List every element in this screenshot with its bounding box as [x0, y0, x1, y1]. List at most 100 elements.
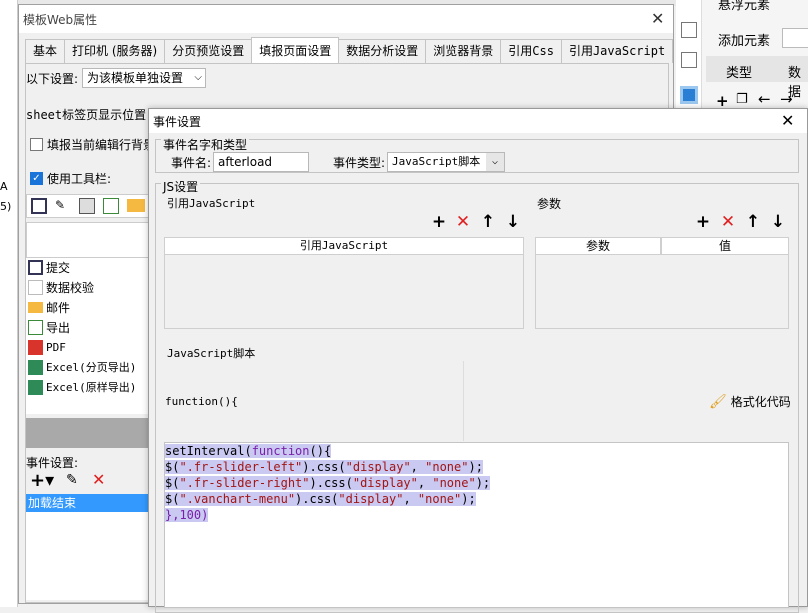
- toolbar-button-label: PDF: [46, 341, 66, 354]
- toolbar-button-label: 提交: [46, 261, 71, 275]
- tab-6[interactable]: 引用Css: [500, 39, 562, 63]
- tab-5[interactable]: 浏览器背景: [425, 39, 502, 63]
- toolbar-button-item[interactable]: PDF: [26, 338, 150, 358]
- toolbar-button-list: 提交数据校验邮件导出 PDF Excel(分页导出) Excel(原样导出): [26, 258, 150, 414]
- toolbar-preview: ✎: [26, 194, 150, 218]
- tab-bar: 基本 打印机 (服务器) 分页预览设置 填报页面设置 数据分析设置 浏览器背景 引用Css 引…: [25, 37, 674, 63]
- toolbar-button-label: 导出: [46, 321, 71, 335]
- code-line: setInterval(function(){: [165, 443, 788, 459]
- export-icon[interactable]: [103, 198, 119, 214]
- dialog-close-icon[interactable]: ✕: [781, 111, 794, 130]
- event-settings-dialog: 事件设置 ✕ 事件名字和类型 事件名: afterload 事件类型: Java…: [148, 108, 808, 613]
- list-splitter: [26, 418, 150, 448]
- use-toolbar-option[interactable]: ✓ 使用工具栏:: [30, 170, 111, 187]
- chevron-down-icon: ⌵: [486, 153, 504, 171]
- brush-icon: 🖌: [709, 393, 727, 410]
- event-name-label: 事件名:: [171, 156, 212, 170]
- use-toolbar-label: 使用工具栏:: [47, 172, 112, 186]
- toolbar-button-item[interactable]: 数据校验: [26, 278, 150, 298]
- tab-4[interactable]: 数据分析设置: [338, 39, 427, 63]
- code-line: $(".vanchart-menu").css("display", "none…: [165, 491, 788, 507]
- fill-current-row-checkbox[interactable]: [30, 138, 43, 151]
- arrow-right-icon[interactable]: →: [780, 90, 793, 108]
- toolbar-button-item[interactable]: 提交: [26, 258, 150, 278]
- edge-letter: A: [0, 180, 8, 193]
- js-script-label: JavaScript脚本: [167, 347, 256, 360]
- dialog-title: 事件设置: [153, 115, 202, 129]
- code-line: },100): [165, 507, 788, 523]
- arrow-left-icon[interactable]: ←: [758, 90, 771, 108]
- delete-param-icon[interactable]: ✕: [720, 213, 736, 231]
- event-type-select[interactable]: JavaScript脚本 ⌵: [387, 152, 505, 172]
- add-event-icon[interactable]: +▾: [30, 470, 54, 491]
- pencil-icon[interactable]: ✎: [55, 198, 71, 214]
- toolbar-button-item[interactable]: Excel(原样导出): [26, 378, 150, 398]
- code-text-fn: setInterval(function(){: [165, 444, 332, 458]
- window-titlebar: 模板Web属性 ✕: [19, 5, 673, 33]
- js-code-editor[interactable]: setInterval(function(){ $(".fr-slider-le…: [164, 442, 789, 608]
- chevron-down-icon: ⌵: [194, 72, 202, 83]
- active-panel-icon[interactable]: [680, 86, 698, 104]
- code-text: },100): [165, 508, 209, 522]
- param-column-header[interactable]: 参数: [535, 237, 661, 255]
- js-settings-legend: JS设置: [161, 178, 201, 195]
- params-label: 参数: [537, 197, 562, 211]
- event-type-select-value: JavaScript脚本: [392, 155, 481, 168]
- ref-js-column-header[interactable]: 引用JavaScript: [164, 237, 524, 255]
- event-list-item[interactable]: 加载结束: [26, 494, 150, 512]
- add-element-select[interactable]: [782, 28, 808, 48]
- fill-current-row-label: 填报当前编辑行背景: [47, 138, 156, 152]
- fill-current-row-option[interactable]: 填报当前编辑行背景: [30, 136, 155, 153]
- mail-icon[interactable]: [127, 199, 145, 212]
- toolbar-button-item[interactable]: Excel(分页导出): [26, 358, 150, 378]
- move-up-ref-js-icon[interactable]: ↑: [480, 213, 496, 231]
- settings-select[interactable]: 为该模板单独设置 ⌵: [82, 68, 206, 88]
- floating-element-title: 悬浮元素: [718, 0, 771, 13]
- excel-icon: [28, 360, 43, 375]
- toolbar-button-item[interactable]: 邮件: [26, 298, 150, 318]
- tab-7[interactable]: 引用JavaScript: [560, 39, 674, 63]
- designer-left-edge: A 5): [0, 0, 18, 607]
- add-element-label[interactable]: 添加元素: [718, 30, 770, 49]
- export-icon: [28, 320, 43, 335]
- print-icon[interactable]: [79, 198, 95, 214]
- delete-event-icon[interactable]: ✕: [92, 470, 105, 489]
- edit-event-icon[interactable]: ✎: [66, 472, 78, 488]
- value-column-header[interactable]: 值: [661, 237, 789, 255]
- code-line: $(".fr-slider-right").css("display", "no…: [165, 475, 788, 491]
- move-down-param-icon[interactable]: ↓: [770, 213, 786, 231]
- save-icon[interactable]: [31, 198, 47, 214]
- window-title: 模板Web属性: [23, 13, 98, 27]
- right-tool-strip: [676, 0, 702, 110]
- tab-type[interactable]: 类型: [726, 62, 752, 81]
- grid-icon[interactable]: [681, 22, 697, 38]
- panel-icon[interactable]: [681, 52, 697, 68]
- tab-0[interactable]: 基本: [25, 39, 66, 63]
- pencil-icon: [28, 280, 43, 295]
- toolbar-button-item[interactable]: 导出: [26, 318, 150, 338]
- move-up-param-icon[interactable]: ↑: [745, 213, 761, 231]
- toolbar-button-label: 邮件: [46, 301, 71, 315]
- toolbar-button-label: Excel(分页导出): [46, 361, 137, 374]
- pdf-icon: [28, 340, 43, 355]
- use-toolbar-checkbox[interactable]: ✓: [30, 172, 43, 185]
- sheet-tab-position-label: sheet标签页显示位置:: [26, 108, 154, 122]
- event-type-label: 事件类型:: [333, 156, 386, 170]
- format-code-button[interactable]: 🖌 格式化代码: [709, 393, 791, 410]
- dialog-titlebar: 事件设置 ✕: [149, 109, 807, 133]
- copy-icon[interactable]: ❐: [736, 92, 748, 107]
- move-down-ref-js-icon[interactable]: ↓: [505, 213, 521, 231]
- tab-3[interactable]: 填报页面设置: [251, 37, 340, 63]
- code-line: $(".fr-slider-left").css("display", "non…: [165, 459, 788, 475]
- add-ref-js-icon[interactable]: +: [431, 213, 447, 231]
- code-text: $(".fr-slider-left").css("display", "non…: [165, 460, 483, 474]
- event-name-input[interactable]: afterload: [213, 152, 309, 172]
- toolbar-button-label: Excel(原样导出): [46, 381, 137, 394]
- add-param-icon[interactable]: +: [695, 213, 711, 231]
- tab-1[interactable]: 打印机 (服务器): [64, 39, 166, 63]
- delete-ref-js-icon[interactable]: ✕: [455, 213, 471, 231]
- settings-select-value: 为该模板单独设置: [87, 71, 184, 85]
- tab-2[interactable]: 分页预览设置: [164, 39, 253, 63]
- save-icon: [28, 260, 43, 275]
- close-icon[interactable]: ✕: [651, 9, 664, 28]
